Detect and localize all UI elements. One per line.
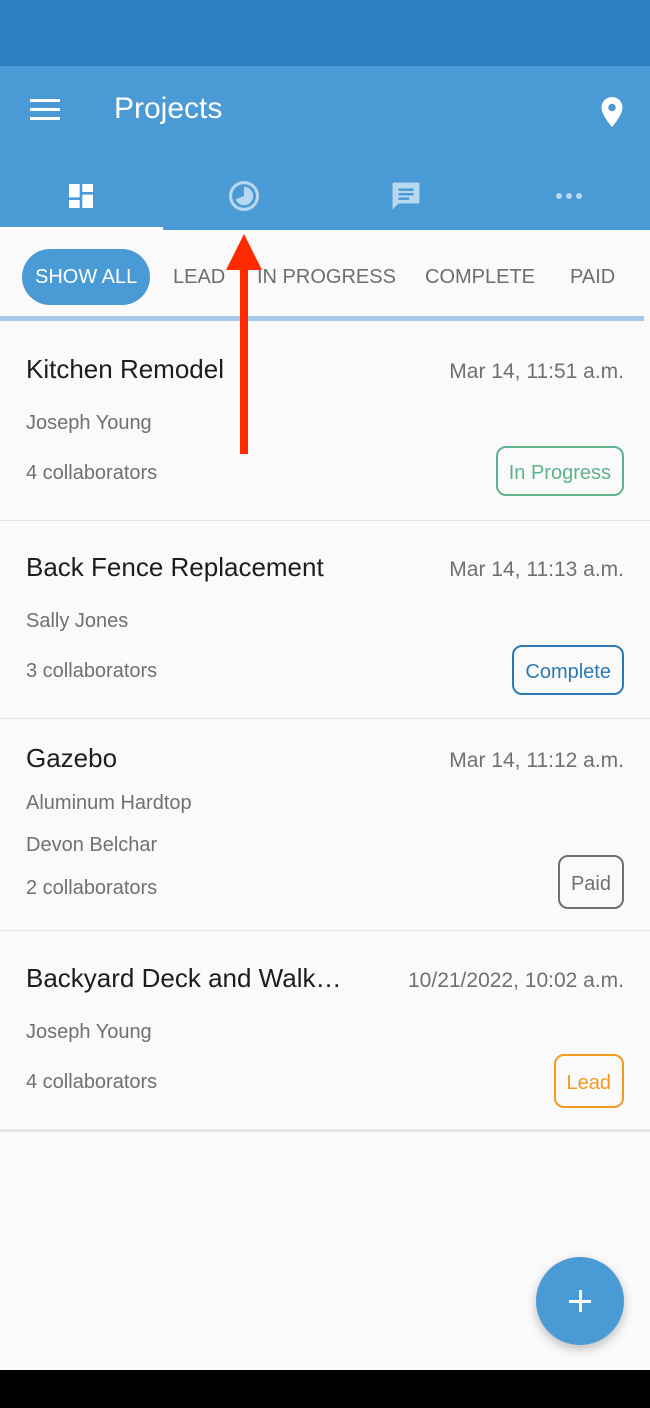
- filter-lead[interactable]: LEAD: [173, 249, 225, 305]
- status-bar: [0, 0, 650, 66]
- project-collaborators: 3 collaborators: [26, 660, 158, 682]
- project-collaborators: 4 collaborators: [26, 1071, 158, 1093]
- project-list: Kitchen Remodel Mar 14, 11:51 a.m. Josep…: [0, 322, 650, 1132]
- status-badge: Paid: [557, 855, 624, 909]
- page-title: Projects: [114, 92, 223, 125]
- system-nav-bar: [0, 1370, 650, 1408]
- tab-dashboard[interactable]: [0, 162, 163, 230]
- project-collaborators: 4 collaborators: [26, 462, 158, 484]
- tab-bar: [0, 162, 650, 230]
- project-name: Gazebo: [26, 743, 118, 773]
- status-badge: Lead: [553, 1054, 624, 1108]
- tab-timeline[interactable]: [163, 162, 326, 230]
- project-card[interactable]: Kitchen Remodel Mar 14, 11:51 a.m. Josep…: [0, 322, 650, 521]
- add-project-button[interactable]: [536, 1257, 624, 1345]
- app-bar: Projects: [0, 66, 650, 230]
- project-client: Joseph Young: [26, 412, 152, 434]
- project-name: Backyard Deck and Walkway: [26, 963, 356, 993]
- location-pin-icon: [601, 97, 623, 127]
- tab-more[interactable]: [488, 162, 650, 230]
- project-card[interactable]: Gazebo Mar 14, 11:12 a.m. Aluminum Hardt…: [0, 719, 650, 931]
- project-client: Joseph Young: [26, 1021, 152, 1043]
- clock-icon: [228, 180, 259, 212]
- filter-show-all[interactable]: SHOW ALL: [22, 249, 151, 305]
- project-card[interactable]: Back Fence Replacement Mar 14, 11:13 a.m…: [0, 521, 650, 719]
- project-name: Kitchen Remodel: [26, 354, 224, 384]
- project-date: Mar 14, 11:51 a.m.: [449, 360, 624, 383]
- location-button[interactable]: [594, 92, 630, 132]
- project-date: Mar 14, 11:13 a.m.: [449, 558, 624, 581]
- status-badge: In Progress: [495, 446, 624, 496]
- filter-paid[interactable]: PAID: [570, 249, 615, 305]
- menu-button[interactable]: [22, 88, 66, 132]
- project-date: 10/21/2022, 10:02 a.m.: [408, 969, 624, 992]
- dashboard-icon: [69, 184, 94, 208]
- project-client: Devon Belchar: [26, 834, 158, 856]
- project-date: Mar 14, 11:12 a.m.: [449, 749, 624, 772]
- tab-messages[interactable]: [325, 162, 488, 230]
- project-collaborators: 2 collaborators: [26, 877, 158, 899]
- status-filter-bar: SHOW ALL LEAD IN PROGRESS COMPLETE PAID: [0, 230, 650, 322]
- project-client: Sally Jones: [26, 610, 129, 632]
- project-name: Back Fence Replacement: [26, 552, 324, 582]
- filter-in-progress[interactable]: IN PROGRESS: [257, 249, 396, 305]
- message-icon: [392, 182, 420, 210]
- project-card[interactable]: Backyard Deck and Walkway 10/21/2022, 10…: [0, 931, 650, 1132]
- filter-complete[interactable]: COMPLETE: [425, 249, 535, 305]
- project-description: Aluminum Hardtop: [26, 792, 192, 814]
- filter-scroll-indicator: [0, 316, 644, 321]
- more-horiz-icon: [555, 193, 582, 199]
- status-badge: Complete: [512, 645, 624, 695]
